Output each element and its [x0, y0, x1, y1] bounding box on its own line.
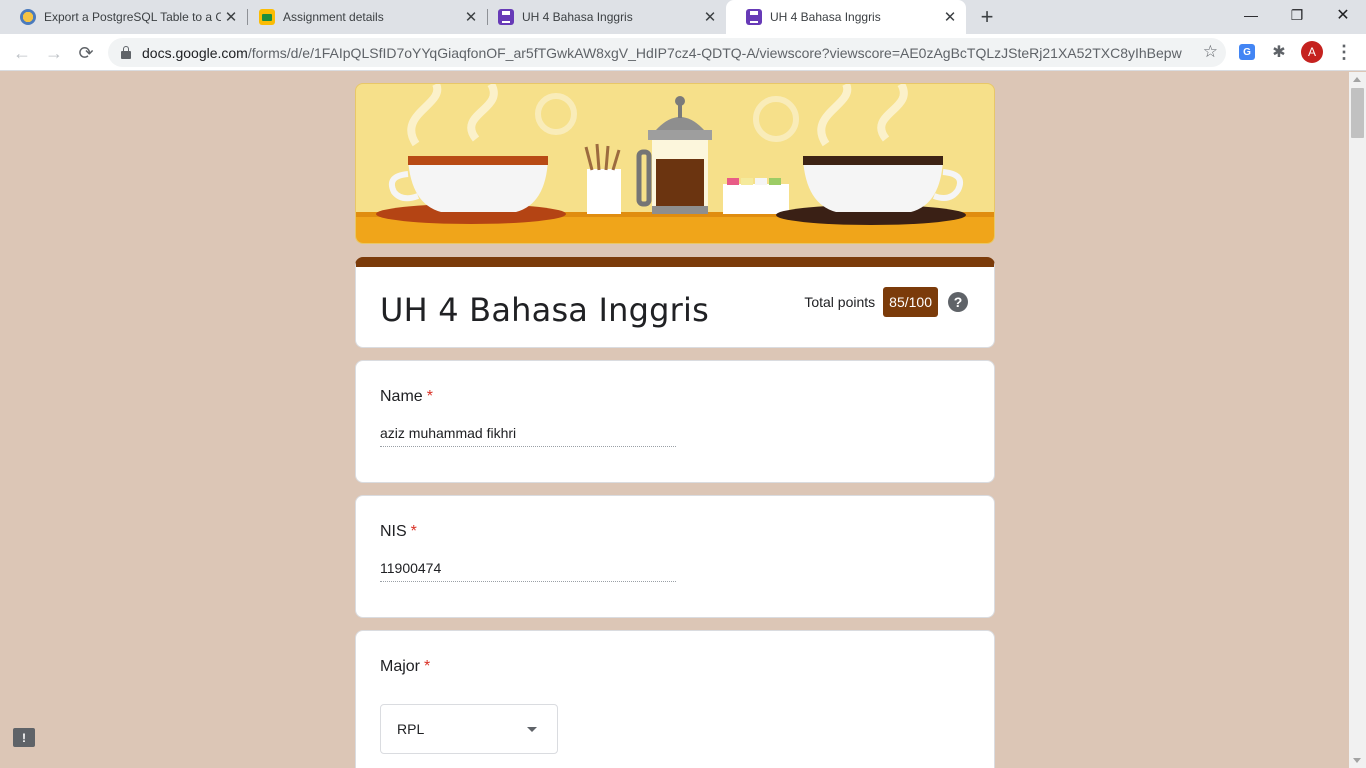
avatar: A — [1301, 41, 1323, 63]
close-tab-icon[interactable]: ✕ — [700, 7, 720, 27]
question-name: Name * aziz muhammad fikhri — [355, 360, 995, 483]
page-scrollbar[interactable] — [1349, 72, 1366, 768]
major-dropdown[interactable]: RPL — [380, 704, 558, 754]
reload-button[interactable]: ⟳ — [72, 39, 100, 67]
question-label: NIS * — [380, 523, 417, 541]
coffee-illustration — [356, 84, 994, 243]
form-header-image — [355, 83, 995, 244]
chrome-menu-icon[interactable]: ⋮ — [1332, 40, 1356, 64]
profile-button[interactable]: A — [1300, 40, 1324, 64]
tab-title: Export a PostgreSQL Table to a CSV File — [44, 10, 221, 24]
tab-title: Assignment details — [283, 10, 384, 24]
tab-strip: Export a PostgreSQL Table to a CSV File … — [0, 0, 1366, 34]
major-selected-value: RPL — [397, 721, 425, 737]
google-classroom-icon — [259, 9, 275, 25]
tab-assignment-details[interactable]: Assignment details ✕ — [239, 0, 487, 34]
google-forms-icon — [746, 9, 762, 25]
close-window-button[interactable]: ✕ — [1320, 0, 1366, 30]
total-points: Total points 85/100 ? — [804, 287, 968, 317]
report-feedback-icon[interactable]: ! — [13, 728, 35, 747]
total-points-label: Total points — [804, 294, 876, 310]
form-title-card: UH 4 Bahasa Inggris Total points 85/100 … — [355, 257, 995, 348]
browser-toolbar: ← → ⟳ docs.google.com/forms/d/e/1FAIpQLS… — [0, 34, 1366, 71]
question-text: NIS — [380, 523, 407, 540]
required-asterisk: * — [426, 388, 433, 405]
lock-icon[interactable] — [121, 45, 131, 59]
question-text: Major — [380, 658, 421, 675]
question-major: Major * RPL — [355, 630, 995, 768]
scroll-up-icon[interactable] — [1353, 77, 1361, 82]
translate-button[interactable]: G — [1235, 40, 1259, 64]
tab-title: UH 4 Bahasa Inggris — [770, 10, 881, 24]
dropdown-arrow-icon — [527, 726, 537, 732]
scroll-down-icon[interactable] — [1353, 758, 1361, 763]
score-badge: 85/100 — [883, 287, 938, 317]
scrollbar-thumb[interactable] — [1351, 88, 1364, 138]
postgresql-tutorial-icon — [20, 9, 36, 25]
required-asterisk: * — [410, 523, 417, 540]
required-asterisk: * — [424, 658, 431, 675]
url-text[interactable]: docs.google.com/forms/d/e/1FAIpQLSfID7oY… — [142, 45, 1182, 61]
minimize-button[interactable]: — — [1228, 0, 1274, 30]
question-text: Name — [380, 388, 423, 405]
question-label: Major * — [380, 658, 430, 676]
extensions-icon[interactable]: ✱ — [1267, 40, 1291, 64]
restore-button[interactable]: ❐ — [1274, 0, 1320, 30]
address-bar[interactable]: docs.google.com/forms/d/e/1FAIpQLSfID7oY… — [108, 38, 1226, 67]
bookmark-star-icon[interactable]: ☆ — [1203, 42, 1218, 62]
tab-forms-1[interactable]: UH 4 Bahasa Inggris ✕ — [478, 0, 726, 34]
help-icon[interactable]: ? — [948, 292, 968, 312]
question-label: Name * — [380, 388, 433, 406]
forward-button[interactable]: → — [40, 39, 68, 67]
url-domain: docs.google.com — [142, 44, 248, 61]
new-tab-button[interactable]: + — [975, 4, 999, 29]
close-tab-icon[interactable]: ✕ — [940, 7, 960, 27]
tab-forms-active[interactable]: UH 4 Bahasa Inggris ✕ — [726, 0, 966, 34]
question-nis: NIS * 11900474 — [355, 495, 995, 618]
tab-title: UH 4 Bahasa Inggris — [522, 10, 633, 24]
name-answer: aziz muhammad fikhri — [380, 425, 676, 447]
url-path: /forms/d/e/1FAIpQLSfID7oYYqGiaqfonOF_ar5… — [247, 44, 1182, 61]
form-title: UH 4 Bahasa Inggris — [380, 291, 709, 329]
google-forms-icon — [498, 9, 514, 25]
tab-postgresql[interactable]: Export a PostgreSQL Table to a CSV File … — [0, 0, 247, 34]
close-tab-icon[interactable]: ✕ — [221, 7, 241, 27]
google-translate-icon: G — [1239, 44, 1255, 60]
nis-answer: 11900474 — [380, 560, 676, 582]
back-button[interactable]: ← — [8, 39, 36, 67]
